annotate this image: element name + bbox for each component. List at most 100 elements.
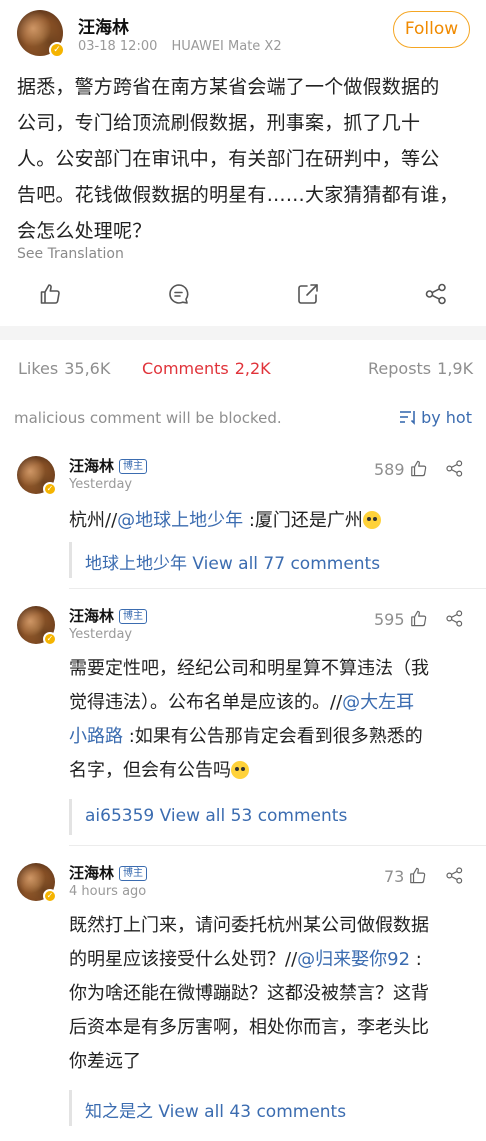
comment-line: 你差远了 xyxy=(69,1045,474,1079)
view-all-comments-link[interactable]: View all 53 comments xyxy=(160,806,348,826)
comment-line: 你为啥还能在微博蹦跶？这都没被禁言？这背 xyxy=(69,977,474,1011)
section-separator xyxy=(0,326,486,340)
post-action-bar xyxy=(0,282,486,312)
post-line: 会怎么处理呢？ xyxy=(17,220,152,242)
comment-like-count: 589 xyxy=(374,460,405,479)
comment-like-count: 73 xyxy=(384,867,405,886)
replies-box[interactable]: ai65359 View all 53 comments xyxy=(69,799,471,835)
commenter-avatar[interactable]: ✓ xyxy=(17,863,57,903)
comment-time: Yesterday xyxy=(69,627,133,642)
author-tag: 博主 xyxy=(119,866,148,881)
sort-button[interactable]: by hot xyxy=(399,408,472,427)
commenter-avatar[interactable]: ✓ xyxy=(17,606,57,646)
comment-divider xyxy=(69,588,486,589)
comment-share-button[interactable] xyxy=(445,609,464,629)
see-translation-link[interactable]: See Translation xyxy=(17,246,124,262)
share-icon[interactable] xyxy=(424,282,448,306)
comment-time: 4 hours ago xyxy=(69,884,147,899)
comment-line: 杭州//@地球上地少年 :厦门还是广州 xyxy=(69,504,474,538)
comment-text: 杭州// xyxy=(69,510,118,531)
comment-line: 小路路 :如果有公告那肯定会看到很多熟悉的 xyxy=(69,720,474,754)
mention-link[interactable]: @大左耳 xyxy=(342,692,414,713)
comment-text: 名字，但会有公告吗 xyxy=(69,760,231,781)
comment-text: :如果有公告那肯定会看到很多熟悉的 xyxy=(123,726,423,747)
emoji-icon xyxy=(231,761,249,779)
comment-like-count: 595 xyxy=(374,610,405,629)
tab-reposts-count: 1,9K xyxy=(437,359,474,378)
comment-line: 后资本是有多厉害啊，相处你而言，李老头比 xyxy=(69,1011,474,1045)
reply-user: 地球上地少年 xyxy=(85,554,187,574)
post-line: 据悉，警方跨省在南方某省会端了一个做假数据的 xyxy=(17,76,440,98)
comment-toolbar: malicious comment will be blocked. by ho… xyxy=(0,396,486,440)
thumbs-up-icon xyxy=(410,867,426,884)
thumbs-up-icon xyxy=(410,460,426,477)
replies-summary: ai65359 View all 53 comments xyxy=(85,806,347,826)
replies-summary: 知之是之 View all 43 comments xyxy=(85,1097,346,1122)
comment-item: ✓ 汪海林 博主 Yesterday 595 需要定性吧，经纪公司和明星算不算违法… xyxy=(0,602,486,836)
post-meta: 03-18 12:00 HUAWEI Mate X2 xyxy=(78,39,282,54)
post-date: 03-18 12:00 xyxy=(78,39,158,54)
repost-icon[interactable] xyxy=(296,282,320,306)
comment-body: 需要定性吧，经纪公司和明星算不算违法（我 觉得违法）。公布名单是应该的。//@大… xyxy=(69,652,474,788)
comment-text: : xyxy=(410,949,422,970)
comment-like-button[interactable]: 73 xyxy=(384,866,427,886)
view-all-comments-link[interactable]: View all 77 comments xyxy=(192,554,380,574)
reply-user: 知之是之 xyxy=(85,1102,153,1122)
verified-badge-icon: ✓ xyxy=(49,42,65,58)
sort-icon xyxy=(400,411,415,425)
comment-like-button[interactable]: 595 xyxy=(374,609,428,629)
comment-text: 后资本是有多厉害啊，相处你而言，李老头比 xyxy=(69,1017,429,1038)
post-line: 公司，专门给顶流刷假数据，刑事案，抓了几十 xyxy=(17,112,421,134)
commenter-name[interactable]: 汪海林 博主 xyxy=(69,862,148,883)
thumbs-up-icon xyxy=(410,610,426,627)
comment-text: 的明星应该接受什么处罚？// xyxy=(69,949,298,970)
comment-item: ✓ 汪海林 博主 Yesterday 589 杭州//@地球上地少年 :厦门还是广… xyxy=(0,452,486,580)
comment-line: 需要定性吧，经纪公司和明星算不算违法（我 xyxy=(69,652,474,686)
verified-badge-icon: ✓ xyxy=(43,482,57,496)
verified-badge-icon: ✓ xyxy=(43,632,57,646)
commenter-avatar[interactable]: ✓ xyxy=(17,456,57,496)
comment-share-button[interactable] xyxy=(445,459,464,479)
author-avatar[interactable]: ✓ xyxy=(17,10,65,58)
tab-likes-label: Likes xyxy=(18,359,59,378)
tab-reposts-label: Reposts xyxy=(368,359,432,378)
mention-link[interactable]: @归来娶你92 xyxy=(297,949,410,970)
comment-text: :厦门还是广州 xyxy=(243,510,363,531)
interaction-tabs: Likes 35,6K Comments 2,2K Reposts 1,9K xyxy=(0,340,486,396)
tab-reposts[interactable]: Reposts 1,9K xyxy=(368,359,473,378)
commenter-name-text: 汪海林 xyxy=(69,607,115,625)
replies-box[interactable]: 地球上地少年 View all 77 comments xyxy=(69,542,471,578)
commenter-name[interactable]: 汪海林 博主 xyxy=(69,455,148,476)
comment-icon[interactable] xyxy=(167,282,191,306)
comment-line: 既然打上门来，请问委托杭州某公司做假数据 xyxy=(69,909,474,943)
comment-like-button[interactable]: 589 xyxy=(374,459,428,479)
comment-share-button[interactable] xyxy=(445,866,464,886)
tab-comments[interactable]: Comments 2,2K xyxy=(142,359,271,378)
comment-body: 杭州//@地球上地少年 :厦门还是广州 xyxy=(69,504,474,538)
share-icon xyxy=(446,867,463,884)
comment-text: 既然打上门来，请问委托杭州某公司做假数据 xyxy=(69,915,429,936)
view-all-comments-link[interactable]: View all 43 comments xyxy=(158,1102,346,1122)
post-body: 据悉，警方跨省在南方某省会端了一个做假数据的 公司，专门给顶流刷假数据，刑事案，… xyxy=(17,69,472,249)
replies-summary: 地球上地少年 View all 77 comments xyxy=(85,549,380,574)
comment-line: 觉得违法）。公布名单是应该的。//@大左耳 xyxy=(69,686,474,720)
commenter-name[interactable]: 汪海林 博主 xyxy=(69,605,148,626)
author-tag: 博主 xyxy=(119,609,148,624)
tab-comments-count: 2,2K xyxy=(234,359,271,378)
mention-link[interactable]: 小路路 xyxy=(69,726,123,747)
commenter-name-text: 汪海林 xyxy=(69,864,115,882)
comment-text: 需要定性吧，经纪公司和明星算不算违法（我 xyxy=(69,658,429,679)
comment-divider xyxy=(69,845,486,846)
mention-link[interactable]: @地球上地少年 xyxy=(117,510,243,531)
tab-likes[interactable]: Likes 35,6K xyxy=(18,359,110,378)
thumbs-up-icon[interactable] xyxy=(38,282,62,306)
comment-time: Yesterday xyxy=(69,477,133,492)
tab-likes-count: 35,6K xyxy=(64,359,111,378)
share-icon xyxy=(446,460,463,477)
follow-button[interactable]: Follow xyxy=(393,11,470,48)
author-tag: 博主 xyxy=(119,459,148,474)
post-line: 人。公安部门在审讯中，有关部门在研判中，等公 xyxy=(17,148,440,170)
sort-label: by hot xyxy=(421,408,472,427)
replies-box[interactable]: 知之是之 View all 43 comments xyxy=(69,1090,471,1126)
author-name[interactable]: 汪海林 xyxy=(78,13,129,38)
